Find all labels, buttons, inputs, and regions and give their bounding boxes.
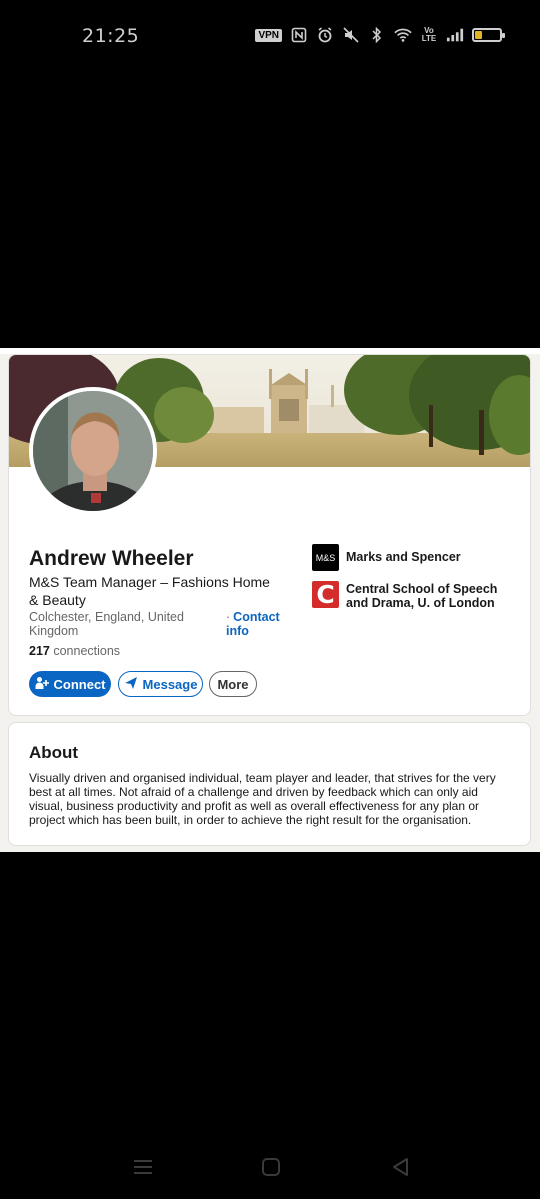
add-person-icon (35, 676, 49, 693)
connect-button[interactable]: Connect (29, 671, 111, 697)
status-time: 21:25 (82, 25, 140, 47)
alarm-icon (316, 26, 334, 44)
connections-label: connections (53, 644, 121, 658)
profile-avatar[interactable] (29, 387, 157, 515)
signal-icon (446, 26, 464, 44)
connect-label: Connect (53, 676, 106, 692)
profile-location: Colchester, England, United Kingdom (29, 610, 184, 638)
profile-page: Andrew Wheeler M&S Team Manager – Fashio… (0, 348, 540, 852)
nfc-icon (290, 26, 308, 44)
recents-menu-icon[interactable] (131, 1155, 155, 1179)
mute-icon (342, 26, 360, 44)
marks-and-spencer-logo: M&S (312, 544, 339, 571)
profile-headline: M&S Team Manager – Fashions Home & Beaut… (29, 574, 270, 608)
message-label: Message (142, 676, 198, 692)
more-button[interactable]: More (209, 671, 257, 697)
experience-name: Marks and Spencer (346, 550, 461, 564)
profile-card: Andrew Wheeler M&S Team Manager – Fashio… (8, 354, 531, 716)
volte-icon: Vo LTE (421, 26, 437, 43)
message-button[interactable]: Message (118, 671, 203, 697)
education-name: Central School of Speech and Drama, U. o… (346, 582, 498, 610)
status-bar: 21:25 VPN Vo LTE (0, 0, 540, 72)
separator-dot: · (226, 610, 231, 624)
about-body: Visually driven and organised individual… (29, 771, 496, 827)
contact-info-link[interactable]: · Contact info (226, 610, 296, 638)
status-icons: VPN Vo LTE (255, 26, 505, 44)
more-label: More (217, 676, 249, 692)
battery-icon (472, 28, 505, 42)
bluetooth-icon (368, 26, 386, 44)
education-item-central-school[interactable]: C Central School of Speech and Drama, U.… (312, 580, 522, 610)
about-card: About Visually driven and organised indi… (8, 722, 531, 846)
contact-info-label[interactable]: Contact info (226, 610, 280, 638)
experience-item-marks-and-spencer[interactable]: M&S Marks and Spencer (312, 544, 522, 571)
connections-number: 217 (29, 644, 50, 658)
connections-count[interactable]: 217 connections (29, 644, 120, 658)
back-icon[interactable] (389, 1155, 413, 1179)
send-icon (124, 676, 138, 693)
vpn-badge: VPN (255, 28, 282, 42)
home-icon[interactable] (259, 1155, 283, 1179)
profile-name: Andrew Wheeler (29, 547, 194, 570)
battery-level (475, 31, 483, 39)
wifi-icon (394, 26, 412, 44)
about-title: About (29, 743, 79, 762)
central-school-logo: C (312, 580, 339, 609)
system-nav-bar (0, 1140, 540, 1199)
